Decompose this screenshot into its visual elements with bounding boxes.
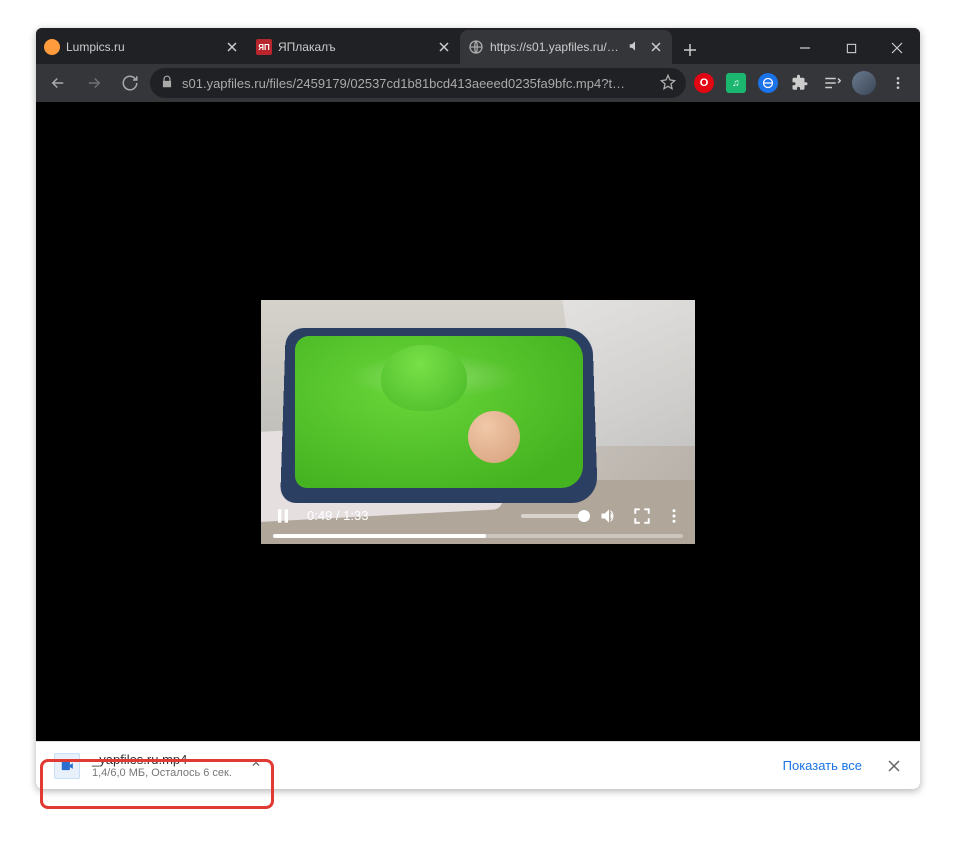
current-time: 0:49: [307, 508, 332, 523]
mute-button[interactable]: [599, 506, 619, 526]
tab-lumpics[interactable]: Lumpics.ru: [36, 30, 248, 64]
back-button[interactable]: [42, 67, 74, 99]
lock-icon[interactable]: [160, 75, 174, 92]
tab-yapfiles-video[interactable]: https://s01.yapfiles.ru/file: [460, 30, 672, 64]
volume-slider[interactable]: [521, 514, 585, 518]
reading-list-icon[interactable]: [818, 69, 846, 97]
video-player[interactable]: 0:49 / 1:33: [261, 300, 695, 544]
speaker-icon[interactable]: [628, 39, 642, 56]
page-content: 0:49 / 1:33: [36, 102, 920, 741]
maximize-button[interactable]: [828, 32, 874, 64]
extension-opera-icon[interactable]: O: [690, 69, 718, 97]
more-options-button[interactable]: [665, 507, 683, 525]
progress-fill: [273, 534, 486, 538]
extension-globe-icon[interactable]: [754, 69, 782, 97]
chevron-up-icon[interactable]: [250, 757, 262, 775]
video-time: 0:49 / 1:33: [307, 508, 368, 523]
time-separator: /: [332, 508, 343, 523]
download-text: _yapfiles.ru.mp4 1,4/6,0 МБ, Осталось 6 …: [92, 752, 232, 779]
globe-icon: [468, 39, 484, 55]
extensions-button[interactable]: [786, 69, 814, 97]
close-window-button[interactable]: [874, 32, 920, 64]
close-icon[interactable]: [648, 39, 664, 55]
tabs-strip: Lumpics.ru ЯП ЯПлакалъ https://s01.yapfi…: [36, 28, 782, 64]
video-controls: 0:49 / 1:33: [261, 498, 695, 544]
duration: 1:33: [343, 508, 368, 523]
downloads-bar: _yapfiles.ru.mp4 1,4/6,0 МБ, Осталось 6 …: [36, 741, 920, 789]
show-all-downloads-button[interactable]: Показать все: [773, 752, 872, 779]
fullscreen-button[interactable]: [633, 507, 651, 525]
address-bar[interactable]: s01.yapfiles.ru/files/2459179/02537cd1b8…: [150, 68, 686, 98]
tab-title: Lumpics.ru: [66, 40, 218, 54]
download-status: 1,4/6,0 МБ, Осталось 6 сек.: [92, 767, 232, 779]
close-icon[interactable]: [224, 39, 240, 55]
close-icon[interactable]: [436, 39, 452, 55]
tab-yaplakal[interactable]: ЯП ЯПлакалъ: [248, 30, 460, 64]
download-item[interactable]: _yapfiles.ru.mp4 1,4/6,0 МБ, Осталось 6 …: [48, 748, 274, 783]
window-controls: [782, 32, 920, 64]
extension-music-icon[interactable]: ♫: [722, 69, 750, 97]
toolbar: s01.yapfiles.ru/files/2459179/02537cd1b8…: [36, 64, 920, 102]
minimize-button[interactable]: [782, 32, 828, 64]
volume-thumb[interactable]: [578, 510, 590, 522]
close-downloads-bar-button[interactable]: [880, 752, 908, 780]
forward-button[interactable]: [78, 67, 110, 99]
tab-title: https://s01.yapfiles.ru/file: [490, 40, 622, 54]
new-tab-button[interactable]: [676, 36, 704, 64]
titlebar: Lumpics.ru ЯП ЯПлакалъ https://s01.yapfi…: [36, 28, 920, 64]
reload-button[interactable]: [114, 67, 146, 99]
download-filename: _yapfiles.ru.mp4: [92, 752, 232, 767]
file-video-icon: [54, 753, 80, 779]
tab-title: ЯПлакалъ: [278, 40, 430, 54]
pause-button[interactable]: [273, 506, 293, 526]
menu-button[interactable]: [882, 67, 914, 99]
browser-window: Lumpics.ru ЯП ЯПлакалъ https://s01.yapfi…: [36, 28, 920, 789]
url-text: s01.yapfiles.ru/files/2459179/02537cd1b8…: [182, 76, 652, 91]
profile-avatar[interactable]: [850, 69, 878, 97]
favicon-yap: ЯП: [256, 39, 272, 55]
progress-bar[interactable]: [273, 534, 683, 538]
bookmark-star-icon[interactable]: [660, 74, 676, 93]
favicon-orange: [44, 39, 60, 55]
